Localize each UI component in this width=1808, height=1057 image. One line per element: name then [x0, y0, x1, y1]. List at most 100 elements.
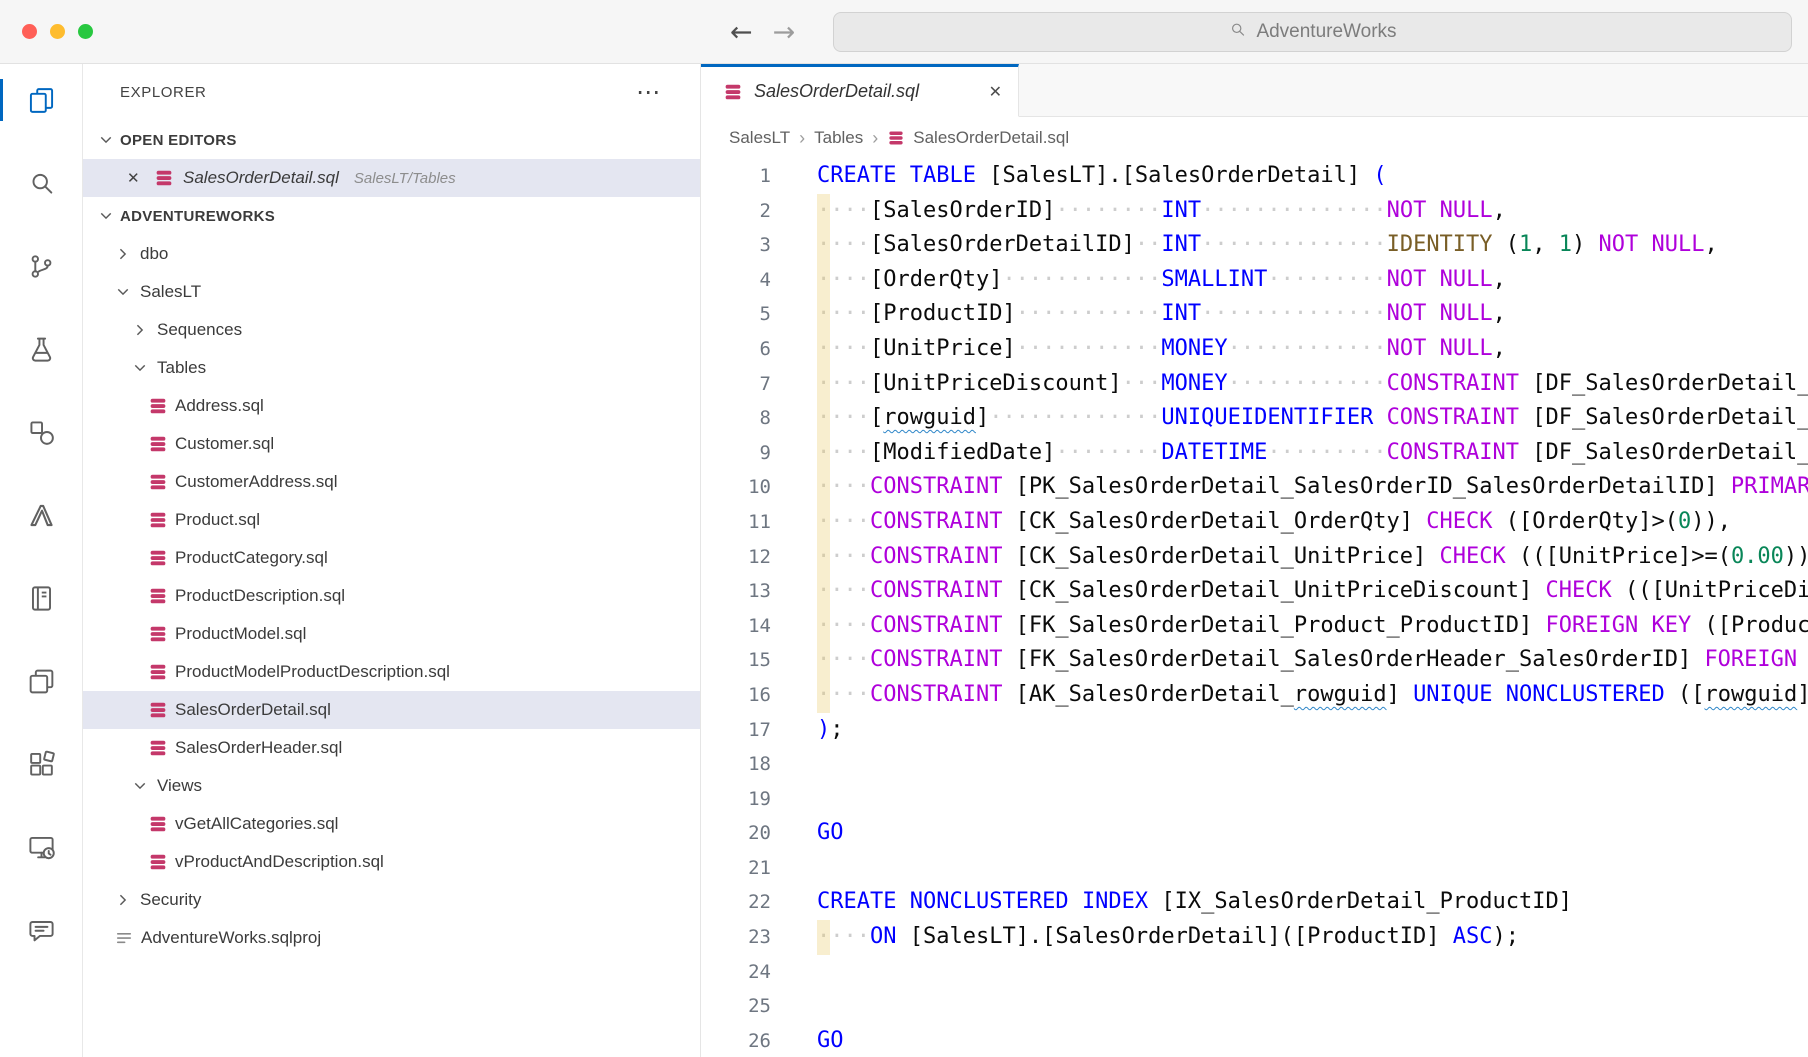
code-line-content[interactable]: ····CONSTRAINT [FK_SalesOrderDetail_Sale…: [817, 643, 1808, 678]
code-line-content[interactable]: [817, 851, 1808, 886]
tree-item-address-sql[interactable]: Address.sql: [83, 387, 700, 425]
close-icon[interactable]: ✕: [127, 169, 145, 187]
test-beaker-icon[interactable]: [0, 321, 82, 377]
code-line-content[interactable]: ····[ModifiedDate]········DATETIME······…: [817, 436, 1808, 471]
code-line-content[interactable]: ····CONSTRAINT [AK_SalesOrderDetail_rowg…: [817, 678, 1808, 713]
code-line-content[interactable]: ····[ProductID]···········INT···········…: [817, 297, 1808, 332]
tab-salesorderdetail[interactable]: SalesOrderDetail.sql ✕: [701, 64, 1019, 117]
code-line[interactable]: 4····[OrderQty]············SMALLINT·····…: [701, 263, 1808, 298]
code-line[interactable]: 9····[ModifiedDate]········DATETIME·····…: [701, 436, 1808, 471]
code-line[interactable]: 10····CONSTRAINT [PK_SalesOrderDetail_Sa…: [701, 470, 1808, 505]
tree-item-saleslt[interactable]: SalesLT: [83, 273, 700, 311]
pages-icon[interactable]: [0, 653, 82, 709]
remote-monitor-icon[interactable]: [0, 819, 82, 875]
code-line-content[interactable]: ····CONSTRAINT [CK_SalesOrderDetail_Unit…: [817, 574, 1808, 609]
tree-item-productcategory-sql[interactable]: ProductCategory.sql: [83, 539, 700, 577]
code-line[interactable]: 17);: [701, 713, 1808, 748]
tree-item-salesorderdetail-sql[interactable]: SalesOrderDetail.sql: [83, 691, 700, 729]
project-section-header[interactable]: ADVENTUREWORKS: [83, 197, 700, 235]
code-line[interactable]: 13····CONSTRAINT [CK_SalesOrderDetail_Un…: [701, 574, 1808, 609]
azure-icon[interactable]: [0, 487, 82, 543]
code-line[interactable]: 25: [701, 989, 1808, 1024]
tree-item-sequences[interactable]: Sequences: [83, 311, 700, 349]
tree-item-adventureworks-sqlproj[interactable]: AdventureWorks.sqlproj: [83, 919, 700, 957]
code-line[interactable]: 18: [701, 747, 1808, 782]
back-icon[interactable]: ←: [730, 17, 753, 48]
code-line-content[interactable]: [817, 747, 1808, 782]
explorer-icon[interactable]: [0, 72, 82, 128]
close-icon[interactable]: ✕: [989, 82, 1002, 102]
tree-item-views[interactable]: Views: [83, 767, 700, 805]
code-line-content[interactable]: [817, 782, 1808, 817]
code-line-content[interactable]: GO: [817, 816, 1808, 851]
breadcrumb-item[interactable]: SalesOrderDetail.sql: [887, 128, 1069, 148]
tree-item-tables[interactable]: Tables: [83, 349, 700, 387]
code-line-content[interactable]: ····[SalesOrderID]········INT···········…: [817, 194, 1808, 229]
code-line[interactable]: 16····CONSTRAINT [AK_SalesOrderDetail_ro…: [701, 678, 1808, 713]
code-line-content[interactable]: ····[UnitPriceDiscount]···MONEY·········…: [817, 367, 1808, 402]
code-line-content[interactable]: [817, 955, 1808, 990]
tree-item-security[interactable]: Security: [83, 881, 700, 919]
code-line[interactable]: 12····CONSTRAINT [CK_SalesOrderDetail_Un…: [701, 540, 1808, 575]
code-line-content[interactable]: ····CONSTRAINT [CK_SalesOrderDetail_Orde…: [817, 505, 1808, 540]
extensions-icon[interactable]: [0, 736, 82, 792]
code-line-content[interactable]: GO: [817, 1024, 1808, 1057]
search-icon[interactable]: [0, 155, 82, 211]
line-number: 11: [701, 505, 771, 540]
breadcrumb-item[interactable]: Tables: [814, 128, 863, 148]
code-line[interactable]: 19: [701, 782, 1808, 817]
breadcrumb-item[interactable]: SalesLT: [729, 128, 790, 148]
tree-item-vproductanddescription-sql[interactable]: vProductAndDescription.sql: [83, 843, 700, 881]
code-line-content[interactable]: );: [817, 713, 1808, 748]
tree-item-productdescription-sql[interactable]: ProductDescription.sql: [83, 577, 700, 615]
minimize-window-button[interactable]: [50, 24, 65, 39]
maximize-window-button[interactable]: [78, 24, 93, 39]
code-line-content[interactable]: ····[UnitPrice]···········MONEY·········…: [817, 332, 1808, 367]
tree-item-productmodel-sql[interactable]: ProductModel.sql: [83, 615, 700, 653]
code-line-content[interactable]: CREATE NONCLUSTERED INDEX [IX_SalesOrder…: [817, 885, 1808, 920]
code-line-content[interactable]: ····CONSTRAINT [CK_SalesOrderDetail_Unit…: [817, 540, 1808, 575]
components-icon[interactable]: [0, 404, 82, 460]
tree-item-salesorderheader-sql[interactable]: SalesOrderHeader.sql: [83, 729, 700, 767]
code-line[interactable]: 21: [701, 851, 1808, 886]
feedback-icon[interactable]: [0, 902, 82, 958]
tree-item-customeraddress-sql[interactable]: CustomerAddress.sql: [83, 463, 700, 501]
code-line-content[interactable]: [817, 989, 1808, 1024]
code-line-content[interactable]: ····ON [SalesLT].[SalesOrderDetail]([Pro…: [817, 920, 1808, 955]
close-window-button[interactable]: [22, 24, 37, 39]
code-line[interactable]: 6····[UnitPrice]···········MONEY········…: [701, 332, 1808, 367]
editor-code[interactable]: 1CREATE TABLE [SalesLT].[SalesOrderDetai…: [701, 159, 1808, 1057]
open-editors-section-header[interactable]: OPEN EDITORS: [83, 121, 700, 159]
code-line-content[interactable]: CREATE TABLE [SalesLT].[SalesOrderDetail…: [817, 159, 1808, 194]
tree-item-productmodelproductdescription-sql[interactable]: ProductModelProductDescription.sql: [83, 653, 700, 691]
tree-item-product-sql[interactable]: Product.sql: [83, 501, 700, 539]
code-line-content[interactable]: ····[rowguid]·············UNIQUEIDENTIFI…: [817, 401, 1808, 436]
code-line-content[interactable]: ····[OrderQty]············SMALLINT······…: [817, 263, 1808, 298]
open-editor-item[interactable]: ✕SalesOrderDetail.sqlSalesLT/Tables: [83, 159, 700, 197]
tree-item-vgetallcategories-sql[interactable]: vGetAllCategories.sql: [83, 805, 700, 843]
code-line[interactable]: 20GO: [701, 816, 1808, 851]
command-center[interactable]: AdventureWorks: [833, 12, 1792, 52]
more-actions-icon[interactable]: ⋯: [636, 81, 660, 105]
code-line[interactable]: 26GO: [701, 1024, 1808, 1057]
code-line[interactable]: 11 ····CONSTRAINT [CK_SalesOrderDetail_Or…: [701, 505, 1808, 540]
code-line[interactable]: 2····[SalesOrderID]········INT··········…: [701, 194, 1808, 229]
code-line[interactable]: 5····[ProductID]···········INT··········…: [701, 297, 1808, 332]
code-line[interactable]: 22CREATE NONCLUSTERED INDEX [IX_SalesOrd…: [701, 885, 1808, 920]
code-line[interactable]: 15····CONSTRAINT [FK_SalesOrderDetail_Sa…: [701, 643, 1808, 678]
code-line[interactable]: 24: [701, 955, 1808, 990]
code-line[interactable]: 7····[UnitPriceDiscount]···MONEY········…: [701, 367, 1808, 402]
code-line-content[interactable]: ····[SalesOrderDetailID]··INT···········…: [817, 228, 1808, 263]
forward-icon[interactable]: →: [773, 17, 796, 48]
code-line[interactable]: 3····[SalesOrderDetailID]··INT··········…: [701, 228, 1808, 263]
notebook-icon[interactable]: [0, 570, 82, 626]
code-line[interactable]: 23····ON [SalesLT].[SalesOrderDetail]([P…: [701, 920, 1808, 955]
source-control-icon[interactable]: [0, 238, 82, 294]
tree-item-customer-sql[interactable]: Customer.sql: [83, 425, 700, 463]
code-line-content[interactable]: ····CONSTRAINT [PK_SalesOrderDetail_Sale…: [817, 470, 1808, 505]
tree-item-dbo[interactable]: dbo: [83, 235, 700, 273]
code-line-content[interactable]: ····CONSTRAINT [FK_SalesOrderDetail_Prod…: [817, 609, 1808, 644]
code-line[interactable]: 1CREATE TABLE [SalesLT].[SalesOrderDetai…: [701, 159, 1808, 194]
code-line[interactable]: 14····CONSTRAINT [FK_SalesOrderDetail_Pr…: [701, 609, 1808, 644]
code-line[interactable]: 8····[rowguid]·············UNIQUEIDENTIF…: [701, 401, 1808, 436]
